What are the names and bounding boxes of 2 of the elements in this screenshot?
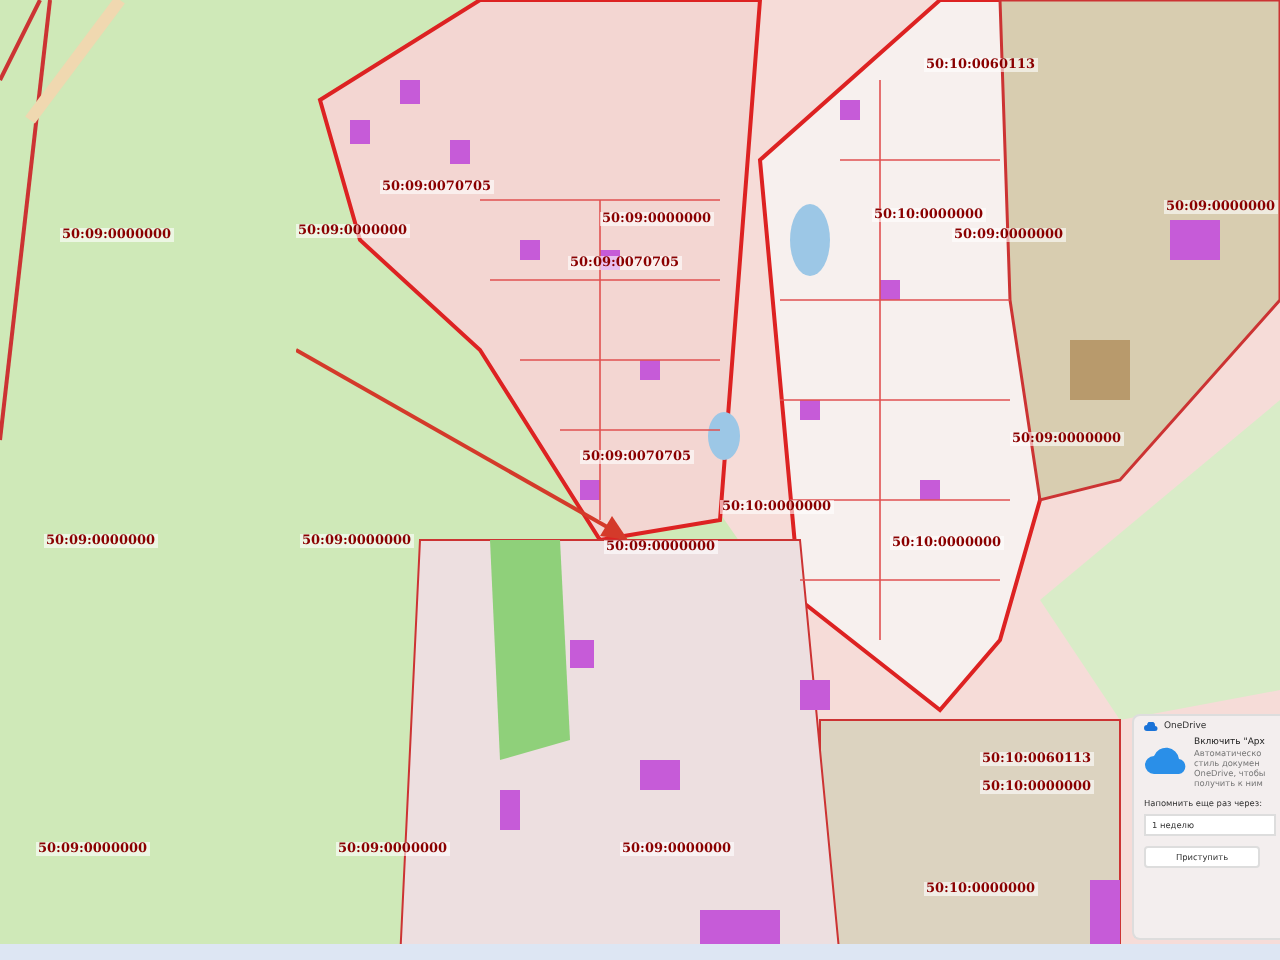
cloud-icon: [1144, 722, 1158, 732]
cloud-icon: [1144, 746, 1188, 776]
